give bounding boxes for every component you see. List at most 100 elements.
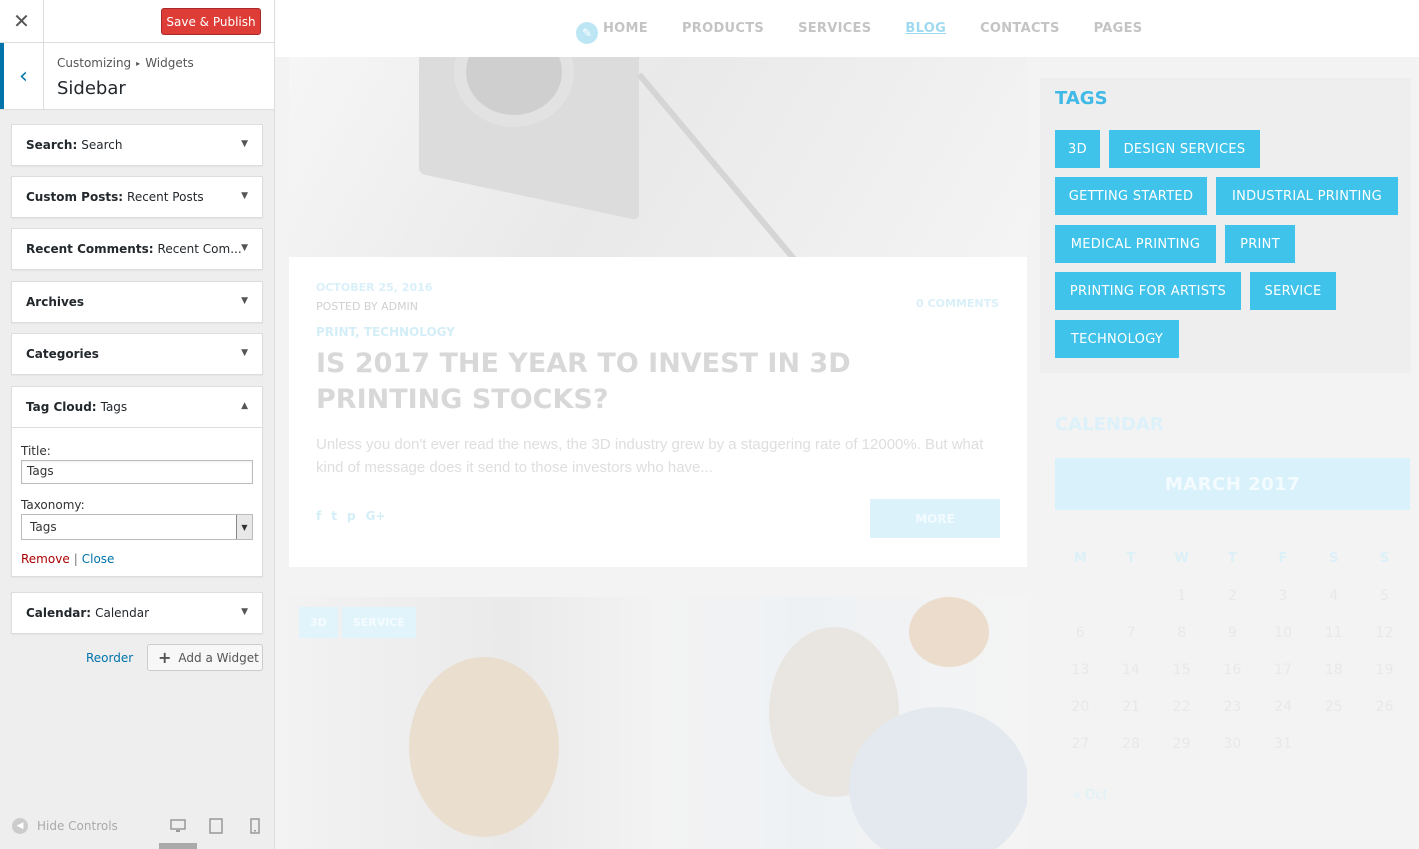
mobile-preview-icon[interactable] bbox=[247, 818, 263, 834]
tag-button[interactable]: INDUSTRIAL PRINTING bbox=[1216, 177, 1398, 215]
pinterest-icon[interactable]: p bbox=[347, 509, 356, 523]
widget-type: Categories bbox=[26, 347, 99, 361]
nav-home[interactable]: HOME bbox=[603, 21, 648, 36]
collapse-arrow-icon: ◀ bbox=[12, 818, 28, 834]
widget-type: Calendar: bbox=[26, 606, 92, 620]
calendar-day: 13 bbox=[1071, 661, 1090, 678]
calendar-day: 2 bbox=[1227, 587, 1237, 604]
calendar-day: 24 bbox=[1274, 698, 1292, 715]
calendar-day: 15 bbox=[1172, 661, 1191, 678]
nav-blog[interactable]: BLOG bbox=[905, 21, 946, 36]
caret-down-icon[interactable]: ▼ bbox=[241, 296, 248, 306]
weekday: S bbox=[1379, 551, 1390, 566]
caret-down-icon[interactable]: ▼ bbox=[241, 348, 248, 358]
hide-controls-label: Hide Controls bbox=[37, 819, 118, 833]
calendar-day: 14 bbox=[1122, 661, 1140, 678]
widget-title: Search bbox=[81, 138, 123, 152]
customizer-sidebar: ✕ Save & Publish ‹ Customizing ▸ Widgets S… bbox=[0, 0, 275, 849]
caret-down-icon[interactable]: ▼ bbox=[241, 191, 248, 201]
post-tag[interactable]: 3D bbox=[299, 607, 338, 638]
taxonomy-select[interactable]: Tags ▼ bbox=[21, 514, 253, 540]
tags-title: TAGS bbox=[1055, 88, 1108, 109]
edit-pencil-icon[interactable]: ✎ bbox=[576, 22, 598, 44]
widget-type: Custom Posts: bbox=[26, 190, 124, 204]
calendar-week: 27 28 29 30 31 bbox=[1055, 725, 1410, 762]
calendar-day: 21 bbox=[1122, 698, 1140, 715]
calendar-week: 20 21 22 23 24 25 26 bbox=[1055, 688, 1410, 725]
nav-services[interactable]: SERVICES bbox=[798, 21, 871, 36]
widget-calendar[interactable]: Calendar: Calendar ▼ bbox=[11, 592, 263, 634]
widget-archives[interactable]: Archives ▼ bbox=[11, 281, 263, 323]
calendar-day: 9 bbox=[1227, 624, 1237, 641]
post-tag[interactable]: SERVICE bbox=[341, 607, 416, 638]
tag-button[interactable]: 3D bbox=[1055, 130, 1100, 168]
nav-contacts[interactable]: CONTACTS bbox=[980, 21, 1060, 36]
back-button[interactable]: ‹ bbox=[0, 43, 44, 109]
widget-categories[interactable]: Categories ▼ bbox=[11, 333, 263, 375]
nav-pages[interactable]: PAGES bbox=[1094, 21, 1143, 36]
calendar-week: 6 7 8 9 10 11 12 bbox=[1055, 614, 1410, 651]
post-categories[interactable]: PRINT, TECHNOLOGY bbox=[316, 325, 455, 339]
tag-button[interactable]: GETTING STARTED bbox=[1055, 177, 1207, 215]
tag-button[interactable]: PRINTING FOR ARTISTS bbox=[1055, 272, 1241, 310]
widget-title: Calendar bbox=[95, 606, 150, 620]
add-widget-label: Add a Widget bbox=[178, 650, 259, 665]
widget-type: Search: bbox=[26, 138, 78, 152]
caret-up-icon[interactable]: ▲ bbox=[241, 401, 248, 411]
twitter-icon[interactable]: t bbox=[331, 509, 337, 523]
google-plus-icon[interactable]: G+ bbox=[366, 509, 386, 523]
calendar-prev-link[interactable]: « Oct bbox=[1073, 788, 1108, 803]
widget-recent-comments[interactable]: Recent Comments: Recent Com... ▼ bbox=[11, 228, 263, 270]
close-widget-link[interactable]: Close bbox=[82, 552, 115, 566]
post-date: OCTOBER 25, 2016 bbox=[316, 281, 433, 294]
save-publish-button[interactable]: Save & Publish bbox=[161, 8, 261, 35]
more-button[interactable]: MORE bbox=[870, 499, 1000, 538]
post-title[interactable]: IS 2017 THE YEAR TO INVEST IN 3D PRINTIN… bbox=[316, 346, 996, 418]
section-title: Sidebar bbox=[57, 78, 126, 99]
caret-down-icon[interactable]: ▼ bbox=[241, 243, 248, 253]
tag-button[interactable]: DESIGN SERVICES bbox=[1109, 130, 1260, 168]
breadcrumb-root: Customizing bbox=[57, 56, 132, 70]
desktop-preview-icon[interactable] bbox=[170, 818, 186, 834]
widget-type: Tag Cloud: bbox=[26, 400, 97, 414]
caret-down-icon[interactable]: ▼ bbox=[241, 607, 248, 617]
facebook-icon[interactable]: f bbox=[316, 509, 321, 523]
hide-controls-button[interactable]: ◀ Hide Controls bbox=[12, 818, 118, 834]
dropdown-arrow-icon[interactable]: ▼ bbox=[236, 515, 252, 539]
calendar-day: 5 bbox=[1380, 587, 1389, 604]
calendar-day: 22 bbox=[1172, 698, 1191, 715]
reorder-link[interactable]: Reorder bbox=[86, 651, 133, 665]
remove-widget-link[interactable]: Remove bbox=[21, 552, 70, 566]
add-widget-button[interactable]: + Add a Widget bbox=[147, 644, 263, 671]
taxonomy-label: Taxonomy: bbox=[21, 498, 85, 512]
tag-button[interactable]: TECHNOLOGY bbox=[1055, 320, 1179, 358]
tag-button[interactable]: MEDICAL PRINTING bbox=[1055, 225, 1216, 263]
plus-icon: + bbox=[158, 648, 172, 667]
taxonomy-selected-value: Tags bbox=[30, 520, 57, 534]
calendar-week: 1 2 3 4 5 bbox=[1055, 577, 1410, 614]
title-input[interactable]: Tags bbox=[21, 460, 253, 484]
title-label: Title: bbox=[21, 444, 51, 458]
widget-type: Archives bbox=[26, 295, 85, 309]
calendar-day: 8 bbox=[1177, 624, 1187, 641]
site-nav: ✎ HOME PRODUCTS SERVICES BLOG CONTACTS P… bbox=[275, 0, 1419, 57]
calendar-day: 4 bbox=[1329, 587, 1339, 604]
calendar-day: 6 bbox=[1075, 624, 1085, 641]
tag-button[interactable]: SERVICE bbox=[1250, 272, 1336, 310]
tag-button[interactable]: PRINT bbox=[1225, 225, 1295, 263]
calendar-day: 30 bbox=[1223, 735, 1242, 752]
customizer-footer: ◀ Hide Controls bbox=[0, 806, 274, 849]
widget-search[interactable]: Search: Search ▼ bbox=[11, 124, 263, 166]
post-comments-link[interactable]: 0 COMMENTS bbox=[916, 297, 999, 310]
widget-tag-cloud[interactable]: Tag Cloud: Tags ▲ Title: Tags Taxonomy: Ta… bbox=[11, 386, 263, 577]
blog-post: OCTOBER 25, 2016 POSTED BY ADMIN 0 COMME… bbox=[289, 57, 1027, 567]
weekday: F bbox=[1278, 551, 1288, 566]
tablet-preview-icon[interactable] bbox=[208, 818, 224, 834]
blog-post-image: 3D SERVICE bbox=[289, 597, 1027, 849]
nav-products[interactable]: PRODUCTS bbox=[682, 21, 764, 36]
weekday: M bbox=[1073, 551, 1087, 566]
caret-down-icon[interactable]: ▼ bbox=[241, 139, 248, 149]
widget-custom-posts[interactable]: Custom Posts: Recent Posts ▼ bbox=[11, 176, 263, 218]
close-customizer-button[interactable]: ✕ bbox=[0, 0, 44, 42]
widget-form: Title: Tags Taxonomy: Tags ▼ Remove | Clos… bbox=[12, 427, 262, 576]
